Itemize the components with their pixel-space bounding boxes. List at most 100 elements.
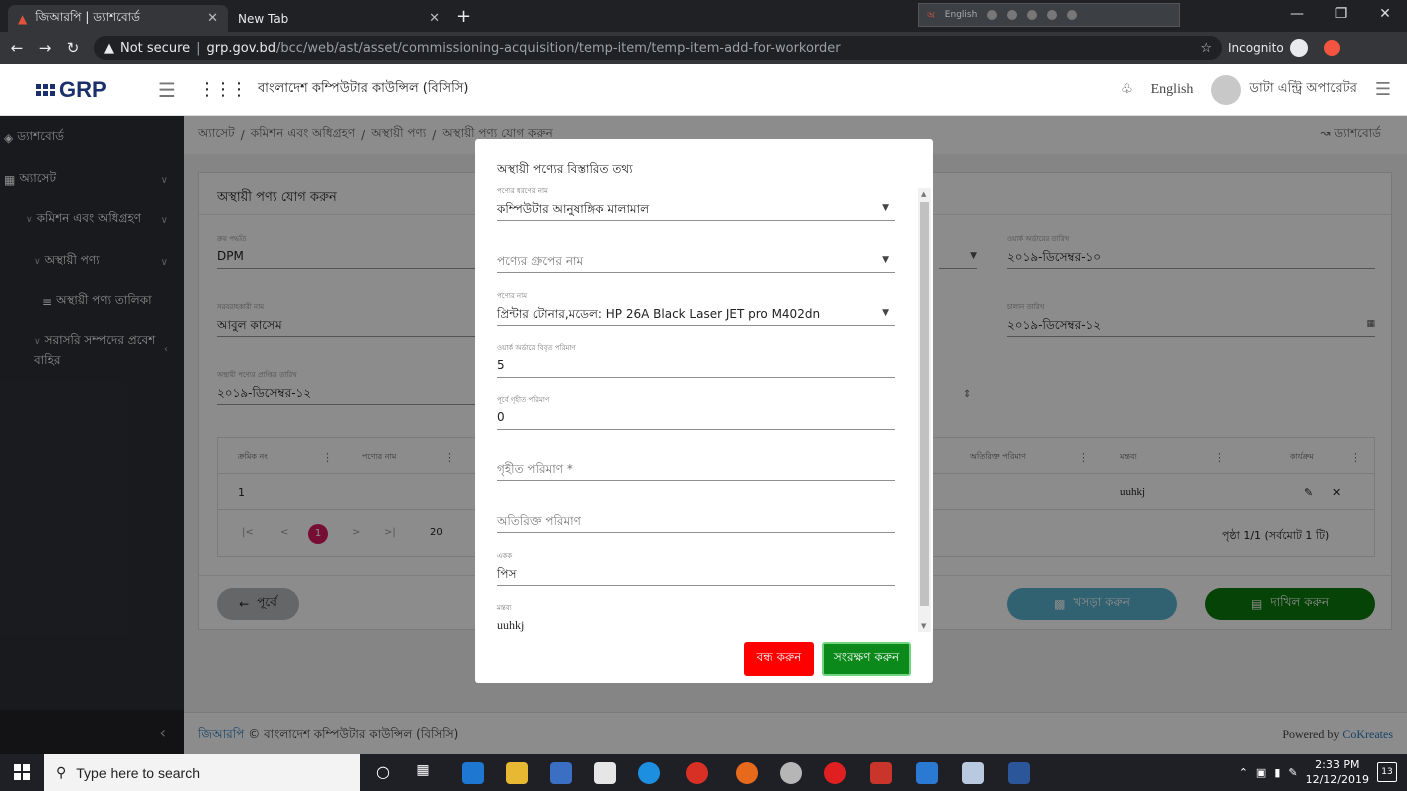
item-group-select[interactable]: পণ্যের গ্রুপের নাম ▼ <box>497 235 895 273</box>
url-field[interactable]: ▲ Not secure | grp.gov.bd /bcc/web/ast/a… <box>94 36 1222 60</box>
prev-received-qty-field[interactable]: পূর্বে গৃহীত পরিমাণ 0 <box>497 392 895 430</box>
logo-grid-icon <box>36 83 55 96</box>
org-name: বাংলাদেশ কম্পিউটার কাউন্সিল (বিসিসি) <box>257 81 469 96</box>
unit-field[interactable]: একক পিস <box>497 548 895 586</box>
bookmark-star-icon[interactable]: ☆ <box>1200 41 1212 56</box>
firefox-icon[interactable] <box>736 762 758 784</box>
network-icon[interactable]: ▣ <box>1256 766 1266 779</box>
search-placeholder: Type here to search <box>76 764 201 781</box>
edge-icon[interactable] <box>462 762 484 784</box>
cortana-icon[interactable]: ○ <box>372 762 394 784</box>
windows-start-icon[interactable] <box>14 764 30 780</box>
field-label: ওয়ার্ক অর্ডারে বিবৃত পরিমাণ <box>497 344 576 352</box>
task-view-icon[interactable]: ▦ <box>412 762 434 784</box>
bell-icon[interactable]: ♧ <box>1121 82 1133 97</box>
file-explorer-icon[interactable] <box>506 762 528 784</box>
opera-icon[interactable] <box>824 762 846 784</box>
logo-text: GRP <box>59 76 107 102</box>
scroll-thumb[interactable] <box>920 202 929 606</box>
app-icon[interactable] <box>962 762 984 784</box>
field-value: uuhkj <box>497 618 525 632</box>
settings-icon[interactable] <box>1067 10 1078 20</box>
apps-grid-icon[interactable]: ⋮⋮⋮ <box>198 79 248 100</box>
incognito-icon <box>1289 39 1308 57</box>
clock-date: 12/12/2019 <box>1305 773 1369 786</box>
incognito-indicator[interactable]: Incognito <box>1228 39 1340 57</box>
minimize-icon[interactable]: — <box>1275 0 1319 32</box>
field-value: 5 <box>497 358 505 372</box>
item-type-select[interactable]: পণ্যের ধরণের নাম কম্পিউটার আনুষাঙ্গিক মা… <box>497 183 895 221</box>
mail-icon[interactable] <box>594 762 616 784</box>
chevron-up-icon[interactable]: ⌃ <box>1239 766 1248 779</box>
input-method-icon: অ <box>927 10 935 21</box>
grp-logo[interactable]: GRP <box>36 77 146 103</box>
scroll-up-icon[interactable]: ▲ <box>921 190 926 198</box>
tool-icon[interactable] <box>1007 10 1018 20</box>
language-bar-label: English <box>944 10 978 20</box>
received-qty-input[interactable]: গৃহীত পরিমাণ * <box>497 443 895 481</box>
help-icon[interactable] <box>1047 10 1058 20</box>
extension-icon[interactable] <box>1323 40 1340 56</box>
field-value: 0 <box>497 410 505 424</box>
word-icon[interactable] <box>1008 762 1030 784</box>
dialog-scrollbar[interactable]: ▲ ▼ <box>918 188 931 632</box>
browser-tab[interactable]: New Tab ✕ <box>228 5 450 32</box>
menu-toggle-icon[interactable]: ☰ <box>158 78 176 102</box>
language-switch[interactable]: English <box>1151 82 1194 98</box>
field-label: পণ্যের ধরণের নাম <box>497 187 548 195</box>
paint-icon[interactable] <box>780 762 802 784</box>
close-button[interactable]: বন্ধ করুন <box>744 642 814 676</box>
security-label: Not secure <box>120 40 191 56</box>
reload-icon[interactable]: ↻ <box>62 39 84 57</box>
tool-icon[interactable] <box>1027 10 1038 20</box>
outlook-icon[interactable] <box>916 762 938 784</box>
tool-icon[interactable] <box>987 10 998 20</box>
battery-icon[interactable]: ▮ <box>1274 766 1280 779</box>
save-button[interactable]: সংরক্ষণ করুন <box>822 642 911 676</box>
back-icon[interactable]: ← <box>6 39 28 57</box>
maximize-icon[interactable]: ❐ <box>1319 0 1363 32</box>
scroll-down-icon[interactable]: ▼ <box>921 622 926 630</box>
app-icon[interactable] <box>870 762 892 784</box>
field-label: একক <box>497 552 513 560</box>
window-close-icon[interactable]: ✕ <box>1363 0 1407 32</box>
clock[interactable]: 2:33 PM 12/12/2019 <box>1306 757 1369 787</box>
menu-icon[interactable]: ☰ <box>1375 79 1391 100</box>
item-name-select[interactable]: পণ্যের নাম প্রিন্টার টোনার,মডেল: HP 26A … <box>497 288 895 326</box>
store-icon[interactable] <box>550 762 572 784</box>
field-placeholder: অতিরিক্ত পরিমাণ <box>497 514 581 528</box>
field-label: পূর্বে গৃহীত পরিমাণ <box>497 396 550 404</box>
warning-icon: ▲ <box>104 40 114 56</box>
system-tray: ⌃ ▣ ▮ ✎ 2:33 PM 12/12/2019 13 <box>1239 757 1397 787</box>
url-host: grp.gov.bd <box>206 40 277 56</box>
user-menu[interactable]: ডাটা এন্ট্রি অপারেটর <box>1211 74 1357 105</box>
extra-qty-input[interactable]: অতিরিক্ত পরিমাণ <box>497 495 895 533</box>
taskbar-search[interactable]: ⚲ Type here to search <box>44 754 360 791</box>
language-bar: অ English <box>918 3 1180 27</box>
app-header: GRP ☰ ⋮⋮⋮ বাংলাদেশ কম্পিউটার কাউন্সিল (ব… <box>0 64 1407 116</box>
dropdown-arrow-icon: ▼ <box>882 308 889 318</box>
notification-icon[interactable]: 13 <box>1377 762 1397 782</box>
remark-field[interactable]: মন্তব্য uuhkj <box>497 600 895 633</box>
forward-icon[interactable]: → <box>34 39 56 57</box>
window-controls: — ❐ ✕ <box>1275 0 1407 32</box>
dropdown-arrow-icon: ▼ <box>882 255 889 265</box>
incognito-label: Incognito <box>1228 41 1284 55</box>
pen-icon[interactable]: ✎ <box>1288 766 1297 779</box>
clock-time: 2:33 PM <box>1315 758 1360 771</box>
browser-tab-active[interactable]: ▲ জিআরপি | ড্যাশবোর্ড ✕ <box>8 5 228 32</box>
user-role: ডাটা এন্ট্রি অপারেটর <box>1249 81 1357 96</box>
close-tab-icon[interactable]: ✕ <box>207 11 218 26</box>
windows-taskbar: ⚲ Type here to search ○ ▦ ⌃ ▣ ▮ ✎ 2:33 P… <box>0 754 1407 791</box>
close-tab-icon[interactable]: ✕ <box>429 11 440 26</box>
item-detail-dialog: অস্থায়ী পণ্যের বিস্তারিত তথ্য পণ্যের ধর… <box>475 139 933 683</box>
chrome-icon[interactable] <box>686 762 708 784</box>
notification-count: 13 <box>1381 767 1393 777</box>
avatar <box>1211 74 1242 105</box>
skype-icon[interactable] <box>638 762 660 784</box>
browser-tab-bar: ▲ জিআরপি | ড্যাশবোর্ড ✕ New Tab ✕ + অ En… <box>0 0 1407 32</box>
tab-title: New Tab <box>238 11 289 26</box>
new-tab-icon[interactable]: + <box>456 6 471 27</box>
ordered-qty-field[interactable]: ওয়ার্ক অর্ডারে বিবৃত পরিমাণ 5 <box>497 340 895 378</box>
field-value: কম্পিউটার আনুষাঙ্গিক মালামাল <box>497 202 650 216</box>
